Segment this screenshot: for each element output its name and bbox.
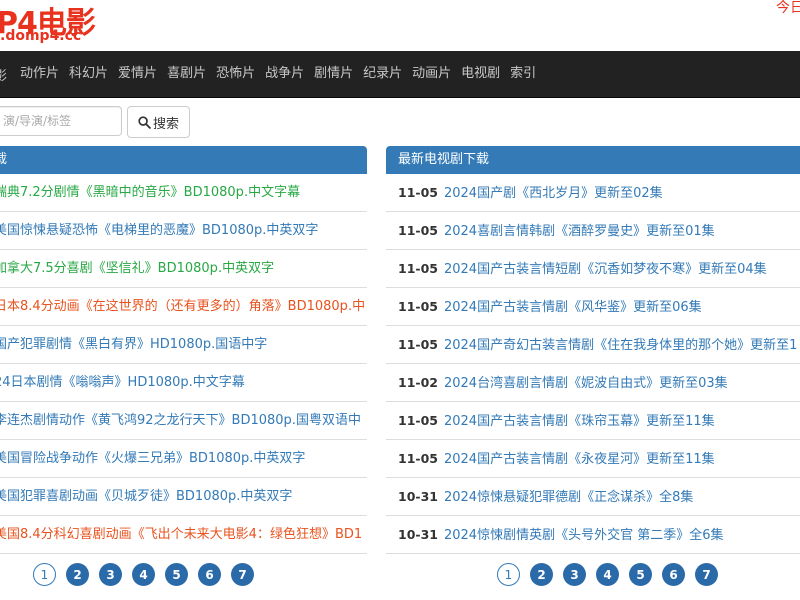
tv-list: 11-05 2024国产剧《西北岁月》更新至02集 11-05 2024喜剧言情韩剧《… — [386, 174, 800, 554]
page-button[interactable]: 2 — [66, 563, 89, 586]
update-date: 11-05 — [398, 223, 438, 238]
pagination-right: 1234567 — [497, 563, 718, 586]
update-date: 11-05 — [398, 185, 438, 200]
tv-list-item: 11-05 2024国产剧《西北岁月》更新至02集 — [386, 174, 800, 212]
nav-item[interactable]: 爱情片 — [113, 51, 162, 97]
movies-list: 瑞典7.2分剧情《黑暗中的音乐》BD1080p.中文字幕美国惊悚悬疑恐怖《电梯里… — [0, 174, 367, 554]
tv-list-item: 11-05 2024国产古装言情剧《风华鉴》更新至06集 — [386, 288, 800, 326]
tv-link[interactable]: 2024国产古装言情剧《珠帘玉幕》更新至11集 — [444, 414, 715, 429]
page-button[interactable]: 4 — [596, 563, 619, 586]
main-navbar: 影 动作片 科幻片 爱情片 喜剧片 恐怖片 战争片 剧情片 纪录片 动画片 电视剧 索引 — [0, 51, 800, 98]
tv-link[interactable]: 2024台湾喜剧言情剧《妮波自由式》更新至03集 — [444, 376, 728, 391]
movie-link[interactable]: 24日本剧情《嗡嗡声》HD1080p.中文字幕 — [0, 375, 245, 390]
nav-item[interactable]: 动画片 — [407, 51, 456, 97]
update-date: 10-31 — [398, 527, 438, 542]
update-date: 11-05 — [398, 261, 438, 276]
nav-item[interactable]: 剧情片 — [309, 51, 358, 97]
movie-link[interactable]: 美国8.4分科幻喜剧动画《飞出个未来大电影4：绿色狂想》BD1 — [0, 527, 362, 542]
tv-list-item: 11-05 2024国产古装言情剧《珠帘玉幕》更新至11集 — [386, 402, 800, 440]
nav-item[interactable]: 纪录片 — [358, 51, 407, 97]
movie-list-item: 美国惊悚悬疑恐怖《电梯里的恶魔》BD1080p.中英双字 — [0, 212, 367, 250]
movie-link[interactable]: 国产犯罪剧情《黑白有界》HD1080p.国语中字 — [0, 337, 267, 352]
page-button[interactable]: 1 — [33, 563, 56, 586]
nav-item[interactable]: 电视剧 — [456, 51, 505, 97]
tv-list-item: 11-05 2024国产奇幻古装言情剧《住在我身体里的那个她》更新至1 — [386, 326, 800, 364]
movie-list-item: 24日本剧情《嗡嗡声》HD1080p.中文字幕 — [0, 364, 367, 402]
tv-list-item: 10-31 2024惊悚悬疑犯罪德剧《正念谋杀》全8集 — [386, 478, 800, 516]
latest-tv-panel: 最新电视剧下载 11-05 2024国产剧《西北岁月》更新至02集 11-05 202… — [386, 146, 800, 554]
page-button[interactable]: 7 — [695, 563, 718, 586]
nav-item[interactable]: 战争片 — [260, 51, 309, 97]
tv-list-item: 11-05 2024国产古装言情剧《永夜星河》更新至11集 — [386, 440, 800, 478]
search-input[interactable] — [0, 106, 122, 136]
movie-link[interactable]: 李连杰剧情动作《黄飞鸿92之龙行天下》BD1080p.国粤双语中 — [0, 413, 361, 428]
tv-link[interactable]: 2024国产奇幻古装言情剧《住在我身体里的那个她》更新至1 — [444, 338, 797, 353]
page-button[interactable]: 1 — [497, 563, 520, 586]
nav-item[interactable]: 恐怖片 — [211, 51, 260, 97]
page-button[interactable]: 6 — [662, 563, 685, 586]
movie-list-item: 美国犯罪喜剧动画《贝城歹徒》BD1080p.中英双字 — [0, 478, 367, 516]
movie-list-item: 美国8.4分科幻喜剧动画《飞出个未来大电影4：绿色狂想》BD1 — [0, 516, 367, 554]
update-date: 11-05 — [398, 299, 438, 314]
movie-link[interactable]: 美国惊悚悬疑恐怖《电梯里的恶魔》BD1080p.中英双字 — [0, 223, 318, 238]
update-date: 11-05 — [398, 413, 438, 428]
page-button[interactable]: 4 — [132, 563, 155, 586]
movie-list-item: 国产犯罪剧情《黑白有界》HD1080p.国语中字 — [0, 326, 367, 364]
movie-list-item: 美国冒险战争动作《火爆三兄弟》BD1080p.中英双字 — [0, 440, 367, 478]
movie-list-item: 李连杰剧情动作《黄飞鸿92之龙行天下》BD1080p.国粤双语中 — [0, 402, 367, 440]
movie-link[interactable]: 美国冒险战争动作《火爆三兄弟》BD1080p.中英双字 — [0, 451, 305, 466]
movie-list-item: 瑞典7.2分剧情《黑暗中的音乐》BD1080p.中文字幕 — [0, 174, 367, 212]
nav-item[interactable]: 科幻片 — [64, 51, 113, 97]
nav-item[interactable]: 索引 — [505, 51, 541, 97]
latest-movies-panel: 载 瑞典7.2分剧情《黑暗中的音乐》BD1080p.中文字幕美国惊悚悬疑恐怖《电… — [0, 146, 367, 554]
tv-link[interactable]: 2024国产古装言情短剧《沉香如梦夜不寒》更新至04集 — [444, 262, 767, 277]
tv-link[interactable]: 2024国产古装言情剧《永夜星河》更新至11集 — [444, 452, 715, 467]
page-button[interactable]: 6 — [198, 563, 221, 586]
nav-item[interactable]: 喜剧片 — [162, 51, 211, 97]
page-button[interactable]: 3 — [99, 563, 122, 586]
movie-link[interactable]: 加拿大7.5分喜剧《坚信礼》BD1080p.中英双字 — [0, 261, 274, 276]
nav-item[interactable]: 动作片 — [15, 51, 64, 97]
page-button[interactable]: 5 — [165, 563, 188, 586]
tv-list-item: 11-05 2024国产古装言情短剧《沉香如梦夜不寒》更新至04集 — [386, 250, 800, 288]
today-link[interactable]: 今日 — [776, 0, 800, 17]
movie-list-item: 日本8.4分动画《在这世界的（还有更多的）角落》BD1080p.中 — [0, 288, 367, 326]
page-button[interactable]: 5 — [629, 563, 652, 586]
nav-brand[interactable]: 影 — [0, 65, 15, 84]
movie-link[interactable]: 瑞典7.2分剧情《黑暗中的音乐》BD1080p.中文字幕 — [0, 185, 300, 200]
latest-tv-heading: 最新电视剧下载 — [386, 146, 800, 174]
nav-menu: 影 动作片 科幻片 爱情片 喜剧片 恐怖片 战争片 剧情片 纪录片 动画片 电视剧 索引 — [0, 51, 541, 97]
tv-link[interactable]: 2024惊悚悬疑犯罪德剧《正念谋杀》全8集 — [444, 490, 693, 505]
tv-link[interactable]: 2024喜剧言情韩剧《酒醉罗曼史》更新至01集 — [444, 224, 715, 239]
tv-list-item: 11-02 2024台湾喜剧言情剧《妮波自由式》更新至03集 — [386, 364, 800, 402]
search-button-label: 搜索 — [152, 116, 179, 132]
movie-link[interactable]: 日本8.4分动画《在这世界的（还有更多的）角落》BD1080p.中 — [0, 299, 365, 314]
update-date: 11-05 — [398, 451, 438, 466]
search-icon — [138, 115, 151, 129]
logo-domain: .domp4.cc — [0, 28, 82, 44]
update-date: 11-05 — [398, 337, 438, 352]
movie-link[interactable]: 美国犯罪喜剧动画《贝城歹徒》BD1080p.中英双字 — [0, 489, 292, 504]
tv-link[interactable]: 2024国产剧《西北岁月》更新至02集 — [444, 186, 663, 201]
pagination-left: 1234567 — [33, 563, 254, 586]
tv-list-item: 10-31 2024惊悚剧情英剧《头号外交官 第二季》全6集 — [386, 516, 800, 554]
movie-list-item: 加拿大7.5分喜剧《坚信礼》BD1080p.中英双字 — [0, 250, 367, 288]
update-date: 10-31 — [398, 489, 438, 504]
tv-list-item: 11-05 2024喜剧言情韩剧《酒醉罗曼史》更新至01集 — [386, 212, 800, 250]
page-button[interactable]: 3 — [563, 563, 586, 586]
latest-movies-heading: 载 — [0, 146, 367, 174]
search-button[interactable]: 搜索 — [127, 106, 190, 138]
tv-link[interactable]: 2024国产古装言情剧《风华鉴》更新至06集 — [444, 300, 702, 315]
page-button[interactable]: 7 — [231, 563, 254, 586]
tv-link[interactable]: 2024惊悚剧情英剧《头号外交官 第二季》全6集 — [444, 528, 724, 543]
update-date: 11-02 — [398, 375, 438, 390]
page-button[interactable]: 2 — [530, 563, 553, 586]
